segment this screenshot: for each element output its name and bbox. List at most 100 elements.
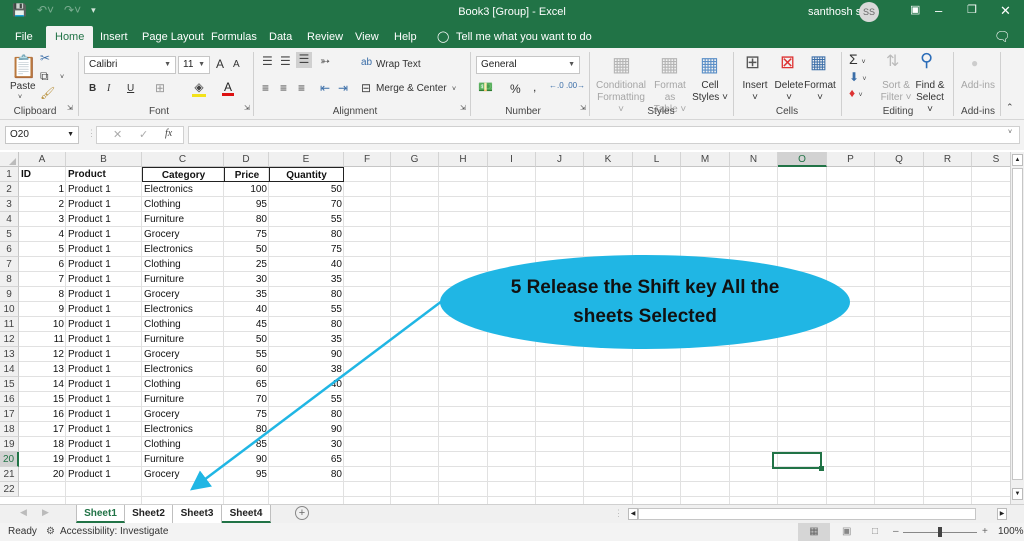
underline-button[interactable]: U: [127, 83, 134, 95]
name-box[interactable]: O20 ▼: [5, 126, 79, 144]
column-header-s[interactable]: S: [972, 152, 1010, 167]
table-cell[interactable]: Product 1: [66, 362, 142, 377]
table-cell[interactable]: 35: [269, 332, 344, 347]
row-header-13[interactable]: 13: [0, 347, 19, 362]
align-center-icon[interactable]: ≡: [280, 81, 287, 95]
table-cell[interactable]: 20: [19, 467, 66, 482]
column-header-c[interactable]: C: [142, 152, 224, 167]
table-cell[interactable]: Electronics: [142, 302, 224, 317]
tab-view[interactable]: View: [351, 28, 383, 48]
tab-file[interactable]: File: [11, 28, 37, 48]
align-right-icon[interactable]: ≡: [298, 81, 305, 95]
next-sheet-icon[interactable]: ▶: [42, 507, 49, 518]
table-cell[interactable]: Grocery: [142, 467, 224, 482]
table-cell[interactable]: Electronics: [142, 182, 224, 197]
table-cell[interactable]: 80: [224, 422, 269, 437]
table-cell[interactable]: 85: [224, 437, 269, 452]
horizontal-scroll-thumb[interactable]: [638, 508, 976, 520]
table-cell[interactable]: 30: [224, 272, 269, 287]
sheet-tab-4[interactable]: Sheet4: [222, 505, 271, 523]
fill-color-icon[interactable]: ◈: [192, 80, 206, 97]
cut-icon[interactable]: ✂: [40, 51, 50, 65]
collapse-ribbon-icon[interactable]: ⌃: [1006, 102, 1014, 113]
table-cell[interactable]: 19: [19, 452, 66, 467]
table-cell[interactable]: Clothing: [142, 377, 224, 392]
table-cell[interactable]: 13: [19, 362, 66, 377]
scroll-left-icon[interactable]: ◀: [628, 508, 638, 520]
formula-input[interactable]: [188, 126, 1020, 144]
table-cell[interactable]: 55: [269, 212, 344, 227]
paste-icon[interactable]: 📋: [10, 54, 37, 80]
row-header-16[interactable]: 16: [0, 392, 19, 407]
insert-cells-button[interactable]: Insert ˅: [740, 80, 770, 104]
table-cell[interactable]: 16: [19, 407, 66, 422]
table-cell[interactable]: Product 1: [66, 437, 142, 452]
table-cell[interactable]: 35: [269, 272, 344, 287]
row-header-19[interactable]: 19: [0, 437, 19, 452]
table-cell[interactable]: 7: [19, 272, 66, 287]
table-cell[interactable]: 30: [269, 437, 344, 452]
tell-me-search[interactable]: Tell me what you want to do: [452, 28, 596, 48]
table-cell[interactable]: Product 1: [66, 407, 142, 422]
table-cell[interactable]: 90: [269, 347, 344, 362]
sheet-tab-1[interactable]: Sheet1: [76, 505, 125, 523]
row-header-10[interactable]: 10: [0, 302, 19, 317]
decrease-indent-icon[interactable]: ⇤: [320, 81, 330, 95]
table-cell[interactable]: 65: [269, 452, 344, 467]
table-cell[interactable]: Product 1: [66, 257, 142, 272]
user-name[interactable]: santhosh s: [808, 6, 861, 18]
format-painter-icon[interactable]: 🖌: [40, 86, 55, 100]
insert-function-icon[interactable]: fx: [165, 128, 172, 139]
column-header-i[interactable]: I: [488, 152, 536, 167]
font-size-select[interactable]: 11 ▼: [178, 56, 210, 74]
table-cell[interactable]: Product 1: [66, 467, 142, 482]
column-header-e[interactable]: E: [269, 152, 344, 167]
table-cell[interactable]: Clothing: [142, 317, 224, 332]
table-cell[interactable]: Product 1: [66, 197, 142, 212]
table-cell[interactable]: 100: [224, 182, 269, 197]
table-cell[interactable]: 50: [224, 332, 269, 347]
alignment-launcher-icon[interactable]: ⇲: [460, 104, 466, 112]
column-header-g[interactable]: G: [391, 152, 439, 167]
align-top-icon[interactable]: ☰: [262, 54, 273, 68]
table-cell[interactable]: 55: [269, 302, 344, 317]
table-cell[interactable]: Grocery: [142, 287, 224, 302]
table-cell[interactable]: 18: [19, 437, 66, 452]
table-cell[interactable]: 17: [19, 422, 66, 437]
percent-button[interactable]: %: [510, 83, 521, 95]
table-cell[interactable]: 80: [224, 212, 269, 227]
orientation-icon[interactable]: ➳: [320, 54, 330, 68]
table-cell[interactable]: Product 1: [66, 182, 142, 197]
table-cell[interactable]: Grocery: [142, 347, 224, 362]
table-cell[interactable]: 40: [269, 377, 344, 392]
table-cell[interactable]: Product 1: [66, 287, 142, 302]
table-cell[interactable]: 50: [269, 182, 344, 197]
ribbon-display-icon[interactable]: ▣: [910, 3, 920, 16]
table-header-cell[interactable]: ID: [19, 167, 66, 182]
clipboard-launcher-icon[interactable]: ⇲: [67, 104, 73, 112]
row-header-11[interactable]: 11: [0, 317, 19, 332]
select-all-button[interactable]: [0, 152, 19, 167]
table-cell[interactable]: 50: [224, 242, 269, 257]
font-launcher-icon[interactable]: ⇲: [244, 104, 250, 112]
vertical-scroll-thumb[interactable]: [1012, 168, 1023, 480]
row-header-4[interactable]: 4: [0, 212, 19, 227]
column-header-b[interactable]: B: [66, 152, 142, 167]
table-cell[interactable]: Furniture: [142, 452, 224, 467]
table-cell[interactable]: 35: [224, 287, 269, 302]
table-cell[interactable]: 65: [224, 377, 269, 392]
minimize-icon[interactable]: –: [935, 3, 942, 18]
page-break-view-icon[interactable]: □: [872, 523, 878, 541]
page-layout-view-icon[interactable]: ▣: [842, 523, 851, 541]
row-header-21[interactable]: 21: [0, 467, 19, 482]
table-cell[interactable]: 55: [224, 347, 269, 362]
align-bottom-icon[interactable]: ☰: [296, 52, 312, 68]
tab-formulas[interactable]: Formulas: [207, 28, 261, 48]
row-header-17[interactable]: 17: [0, 407, 19, 422]
row-header-5[interactable]: 5: [0, 227, 19, 242]
table-cell[interactable]: Clothing: [142, 197, 224, 212]
restore-icon[interactable]: ❐: [967, 3, 977, 16]
tab-data[interactable]: Data: [265, 28, 296, 48]
row-header-1[interactable]: 1: [0, 167, 19, 182]
paste-dropdown-icon[interactable]: ˅: [18, 92, 22, 104]
